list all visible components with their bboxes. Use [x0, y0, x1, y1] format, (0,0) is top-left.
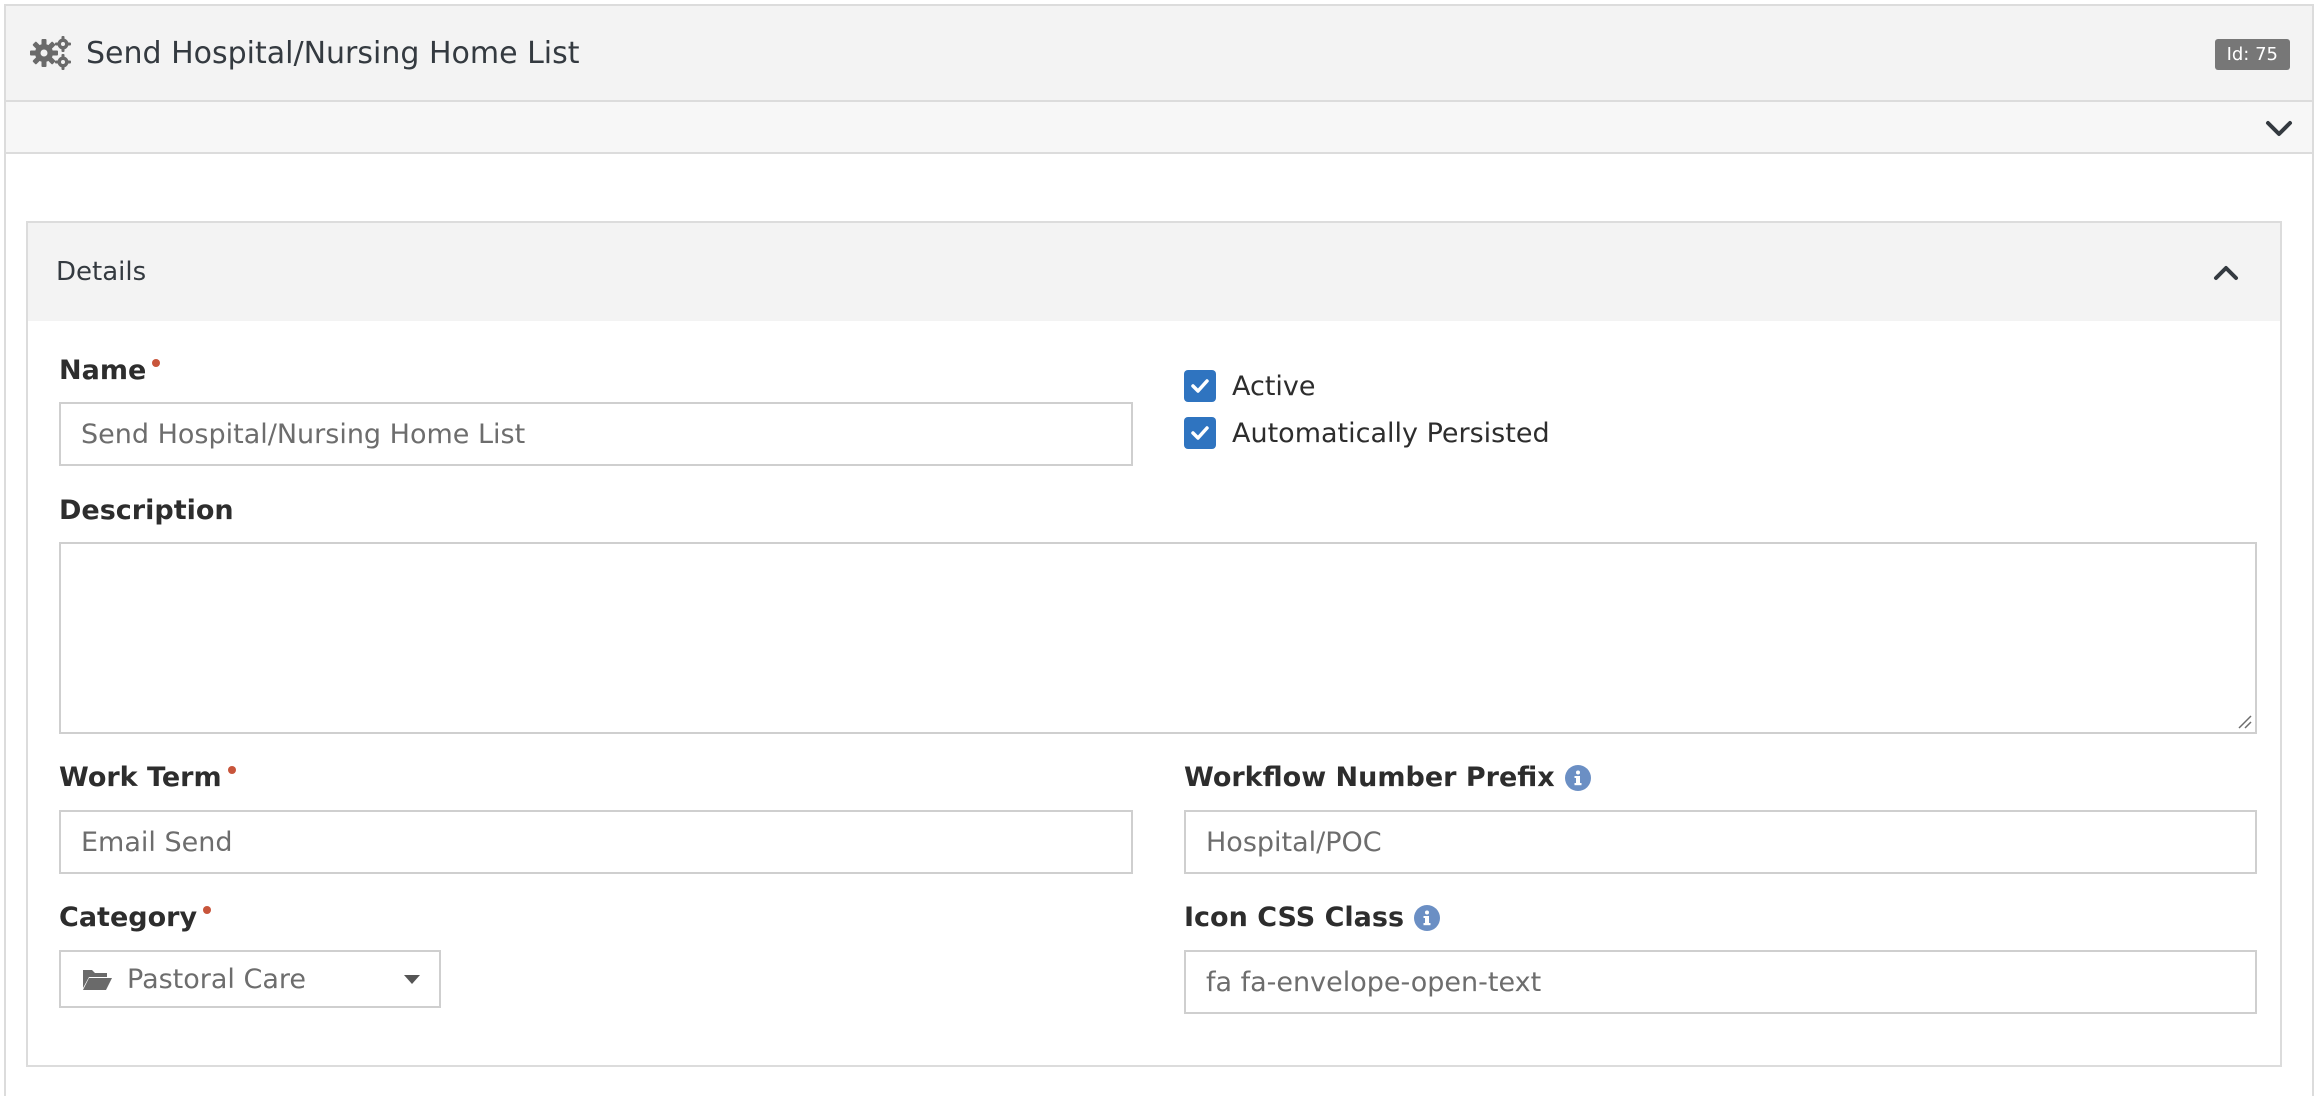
active-checkbox[interactable]	[1184, 370, 1216, 402]
panel-header: Send Hospital/Nursing Home List Id: 75	[6, 6, 2312, 102]
required-indicator	[203, 905, 212, 914]
auto-persisted-label: Automatically Persisted	[1232, 417, 1550, 449]
name-input[interactable]: Send Hospital/Nursing Home List	[59, 402, 1133, 466]
category-label: Category	[59, 902, 212, 933]
work-term-label-text: Work Term	[59, 762, 222, 793]
icon-css-value: fa fa-envelope-open-text	[1206, 966, 1542, 998]
workflow-prefix-label: Workflow Number Prefix	[1184, 762, 1591, 793]
name-input-value: Send Hospital/Nursing Home List	[81, 418, 526, 450]
name-label-text: Name	[59, 355, 147, 386]
check-icon	[1191, 426, 1209, 440]
chevron-down-icon[interactable]	[2264, 114, 2294, 142]
workflow-prefix-input[interactable]: Hospital/POC	[1184, 810, 2257, 874]
id-badge: Id: 75	[2214, 39, 2290, 70]
auto-persisted-checkbox[interactable]	[1184, 417, 1216, 449]
active-checkbox-row[interactable]: Active	[1184, 370, 1316, 402]
icon-css-input[interactable]: fa fa-envelope-open-text	[1184, 950, 2257, 1014]
info-icon[interactable]	[1414, 904, 1441, 931]
folder-open-icon	[83, 970, 112, 990]
required-indicator	[152, 358, 161, 367]
details-header[interactable]: Details	[28, 223, 2280, 321]
category-select[interactable]: Pastoral Care	[59, 950, 441, 1008]
name-label: Name	[59, 355, 161, 386]
panel-subbar[interactable]	[6, 102, 2312, 154]
workflow-prefix-value: Hospital/POC	[1206, 826, 1382, 858]
active-label: Active	[1232, 370, 1316, 402]
resize-grip-icon[interactable]	[2235, 712, 2253, 730]
description-textarea[interactable]	[59, 542, 2257, 734]
chevron-up-icon[interactable]	[2212, 261, 2240, 285]
work-term-input[interactable]: Email Send	[59, 810, 1133, 874]
details-title: Details	[56, 257, 147, 287]
check-icon	[1191, 379, 1209, 393]
description-label: Description	[59, 495, 234, 526]
workflow-prefix-label-text: Workflow Number Prefix	[1184, 762, 1555, 793]
work-term-value: Email Send	[81, 826, 233, 858]
work-term-label: Work Term	[59, 762, 236, 793]
icon-css-label-text: Icon CSS Class	[1184, 902, 1405, 933]
info-icon[interactable]	[1564, 764, 1591, 791]
caret-down-icon	[404, 975, 420, 984]
gears-icon	[30, 36, 71, 70]
icon-css-label: Icon CSS Class	[1184, 902, 1441, 933]
description-label-text: Description	[59, 495, 234, 526]
category-label-text: Category	[59, 902, 198, 933]
required-indicator	[227, 765, 236, 774]
page-title: Send Hospital/Nursing Home List	[86, 35, 580, 71]
category-value: Pastoral Care	[127, 963, 307, 995]
auto-persisted-checkbox-row[interactable]: Automatically Persisted	[1184, 417, 1550, 449]
